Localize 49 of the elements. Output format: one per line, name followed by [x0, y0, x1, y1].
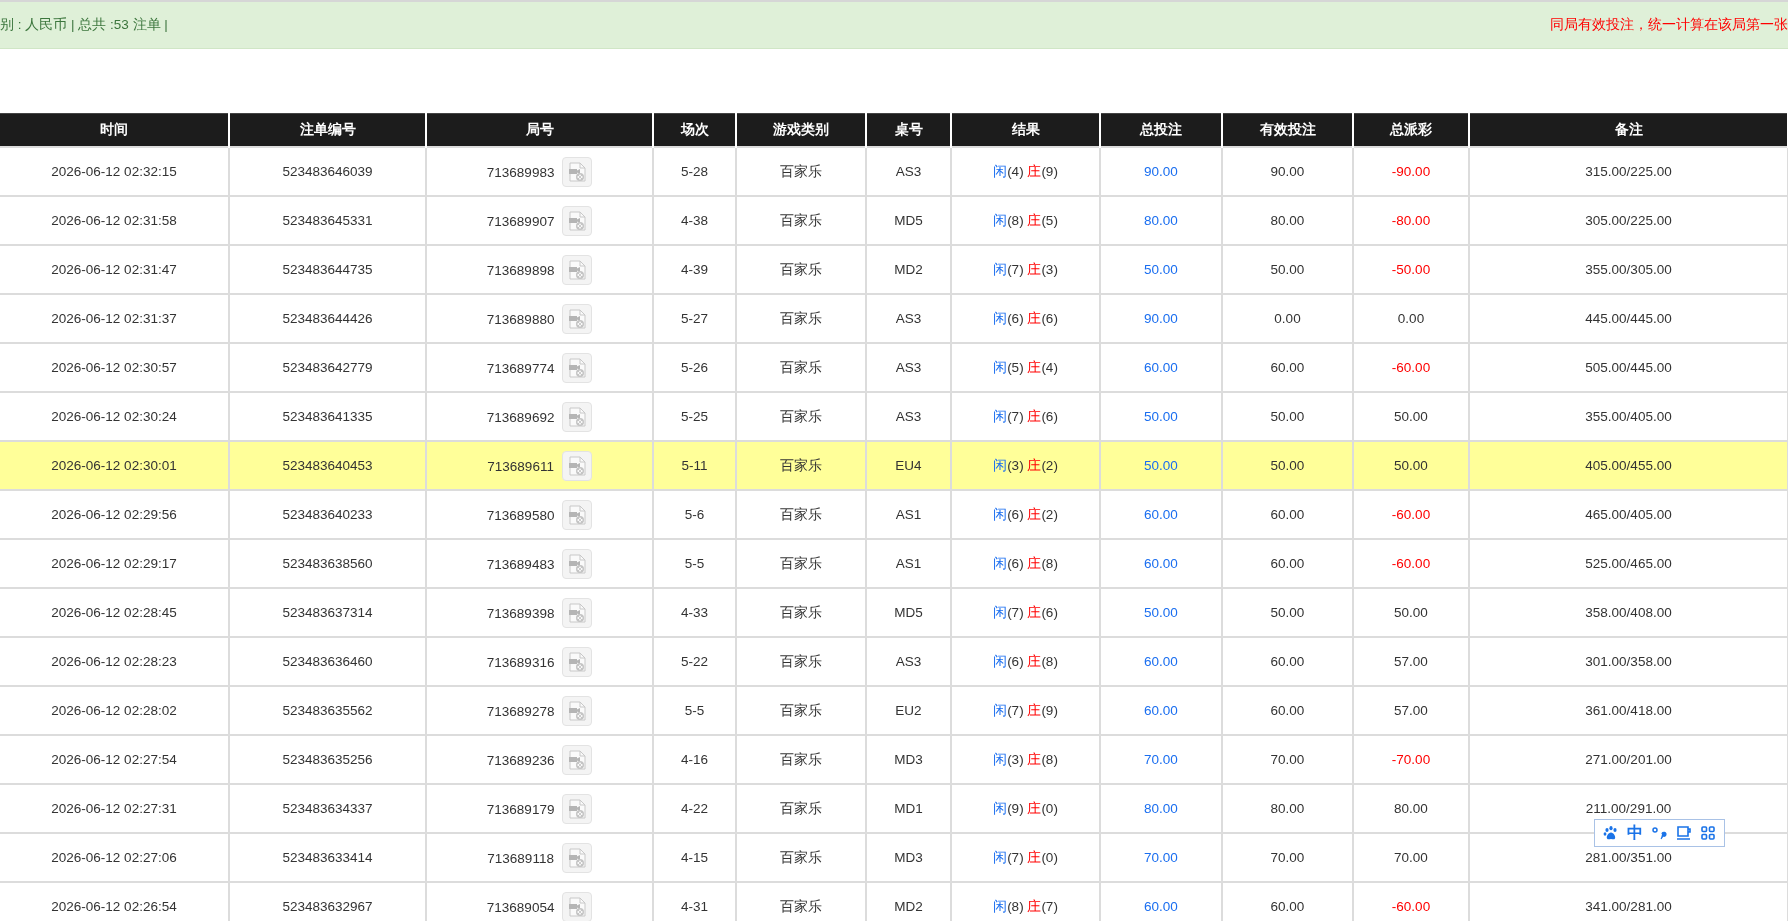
column-header: 游戏类别: [736, 113, 866, 147]
column-header: 有效投注: [1222, 113, 1353, 147]
column-header: 结果: [951, 113, 1100, 147]
notice-text: 同局有效投注，统一计算在该局第一张: [1550, 16, 1788, 34]
table-cell: 713689907: [486, 213, 555, 228]
video-file-icon[interactable]: [562, 303, 593, 334]
column-header: 局号: [426, 113, 653, 147]
table-cell: 713689054: [486, 899, 555, 914]
table-cell: 713689774: [486, 360, 555, 375]
column-header: 总派彩: [1353, 113, 1469, 147]
table-cell: 713689983: [486, 164, 555, 179]
table-cell: 713689580: [486, 507, 555, 522]
column-header: 备注: [1469, 113, 1788, 147]
table-cell: 713689316: [486, 654, 555, 669]
summary-text: 别 : 人民币 | 总共 :53 注单 |: [0, 16, 168, 34]
column-header: 桌号: [866, 113, 951, 147]
table-cell: 713689483: [486, 556, 555, 571]
table-cell: 713689692: [486, 409, 555, 424]
column-header: 总投注: [1100, 113, 1222, 147]
video-file-icon[interactable]: [562, 695, 593, 726]
table-cell: 713689236: [486, 752, 555, 767]
video-file-icon[interactable]: [562, 499, 593, 530]
table-cell: 713689118: [487, 850, 554, 865]
table-cell: 713689398: [486, 605, 555, 620]
video-file-icon[interactable]: [562, 352, 593, 383]
video-file-icon[interactable]: [561, 450, 592, 481]
column-header: 注单编号: [229, 113, 426, 147]
screen-icon[interactable]: [1675, 825, 1692, 841]
table-cell: 713689179: [486, 801, 555, 816]
column-header: 时间: [0, 113, 229, 147]
table-cell: 713689898: [486, 262, 555, 277]
video-file-icon[interactable]: [562, 597, 593, 628]
table-cell: 713689611: [487, 458, 554, 473]
video-file-icon[interactable]: [562, 793, 593, 824]
table-cell: 713689880: [486, 311, 555, 326]
video-file-icon[interactable]: [562, 744, 593, 775]
table-cell: 2026-06-12 02:32:15: [0, 147, 229, 196]
video-file-icon[interactable]: [562, 891, 593, 921]
video-file-icon[interactable]: [562, 548, 593, 579]
column-header: 场次: [653, 113, 736, 147]
table-cell: 713689278: [486, 703, 555, 718]
grid-icon[interactable]: [1699, 825, 1716, 841]
video-file-icon[interactable]: [562, 401, 593, 432]
video-file-icon[interactable]: [562, 156, 593, 187]
video-file-icon[interactable]: [562, 646, 593, 677]
video-file-icon[interactable]: [562, 205, 593, 236]
video-file-icon[interactable]: [561, 842, 592, 873]
video-file-icon[interactable]: [562, 254, 593, 285]
punctuation-icon[interactable]: [1651, 825, 1668, 841]
